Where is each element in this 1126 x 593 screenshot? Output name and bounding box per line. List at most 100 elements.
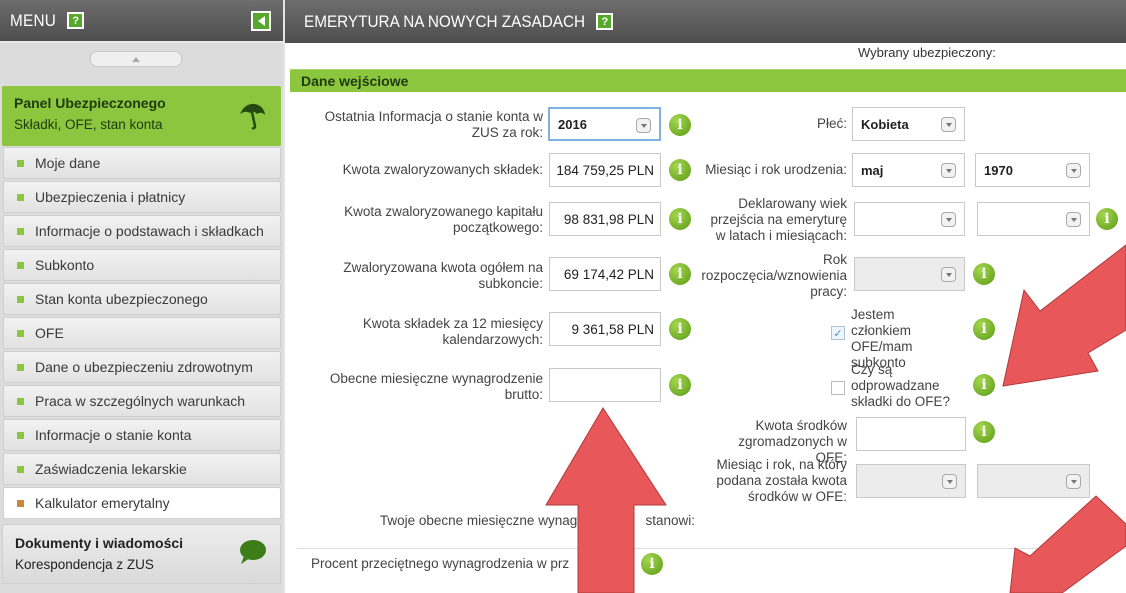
info-icon[interactable]: i (669, 208, 691, 230)
sidebar-item-label: OFE (35, 325, 64, 341)
work-start-select[interactable] (854, 257, 965, 291)
contrib-field[interactable]: 184 759,25 PLN (549, 153, 661, 187)
sidebar-item[interactable]: Informacje o stanie konta (3, 419, 281, 451)
sidebar-item[interactable]: Kalkulator emerytalny (3, 487, 281, 519)
chevron-down-icon (1066, 163, 1081, 178)
gender-label: Płeć: (816, 116, 847, 131)
contrib12-field[interactable]: 9 361,58 PLN (549, 312, 661, 346)
sidebar-item-label: Stan konta ubezpieczonego (35, 291, 208, 307)
divider (297, 548, 1126, 549)
sidebar-item[interactable]: Zaświadczenia lekarskie (3, 453, 281, 485)
panel-dokumenty[interactable]: Dokumenty i wiadomości Korespondencja z … (2, 524, 281, 584)
ofe-date-label: Miesiąc i rok, na który podana została k… (716, 457, 847, 504)
retire-age-label: Deklarowany wiek przejścia na emeryturę … (710, 196, 847, 243)
bullet-icon (17, 431, 24, 439)
info-icon[interactable]: i (973, 374, 995, 396)
salary-label: Obecne miesięczne wynagrodzenie brutto: (329, 371, 543, 402)
ofe-contrib-label: Czy są odprowadzane składki do OFE? (851, 362, 951, 409)
panel-ubezpieczonego[interactable]: Panel Ubezpieczonego Składki, OFE, stan … (2, 86, 281, 146)
info-icon[interactable]: i (669, 263, 691, 285)
subaccount-field[interactable]: 69 174,42 PLN (549, 257, 661, 291)
chevron-down-icon (941, 163, 956, 178)
capital-label: Kwota zwaloryzowanego kapitału początkow… (344, 204, 543, 235)
retire-age-years-select[interactable] (854, 202, 965, 236)
info-icon[interactable]: i (669, 114, 691, 136)
info-icon[interactable]: i (669, 318, 691, 340)
bullet-icon (17, 329, 24, 337)
ofe-date-year-select[interactable] (977, 464, 1090, 498)
chevron-left-icon (257, 16, 265, 26)
salary-input[interactable] (549, 368, 661, 402)
main-content: EMERYTURA NA NOWYCH ZASADACH ? Wybrany u… (285, 0, 1126, 593)
sidebar-item-label: Zaświadczenia lekarskie (35, 461, 187, 477)
sidebar-item[interactable]: Praca w szczególnych warunkach (3, 385, 281, 417)
panel-title: Panel Ubezpieczonego (14, 95, 166, 111)
info-icon[interactable]: i (641, 553, 663, 575)
ofe-date-month-select[interactable] (856, 464, 966, 498)
sidebar-item[interactable]: Stan konta ubezpieczonego (3, 283, 281, 315)
chevron-down-icon (1066, 212, 1081, 227)
salary-now-label: Twoje obecne miesięczne wynagr stanowi: (379, 513, 695, 528)
work-start-label: Rok rozpoczęcia/wznowienia pracy: (701, 252, 847, 299)
selected-insured-label: Wybrany ubezpieczony: (858, 45, 996, 60)
birth-year-select[interactable]: 1970 (975, 153, 1090, 187)
panel-subtitle: Korespondencja z ZUS (15, 557, 154, 572)
page-help-icon[interactable]: ? (596, 13, 614, 30)
info-icon[interactable]: i (973, 421, 995, 443)
input-form: Ostatnia Informacja o stanie konta w ZUS… (285, 92, 1126, 593)
chevron-down-icon (1066, 474, 1081, 489)
info-icon[interactable]: i (669, 374, 691, 396)
contrib-label: Kwota zwaloryzowanych składek: (342, 162, 543, 177)
sidebar-item[interactable]: Dane o ubezpieczeniu zdrowotnym (3, 351, 281, 383)
sidebar-item-label: Subkonto (35, 257, 95, 273)
sidebar-item[interactable]: Ubezpieczenia i płatnicy (3, 181, 281, 213)
chevron-down-icon (941, 212, 956, 227)
bullet-icon (17, 193, 24, 201)
sidebar: MENU ? Panel Ubezpieczonego Składki, OFE… (0, 0, 283, 593)
sidebar-item-label: Ubezpieczenia i płatnicy (35, 189, 186, 205)
sidebar-item[interactable]: Moje dane (3, 147, 281, 179)
bullet-icon (17, 363, 24, 371)
main-header: EMERYTURA NA NOWYCH ZASADACH ? (285, 0, 1126, 43)
contrib12-label: Kwota składek za 12 miesięcy kalendarzow… (362, 316, 543, 347)
menu-header: MENU ? (0, 0, 283, 43)
bullet-icon (17, 261, 24, 269)
birth-month-select[interactable]: maj (852, 153, 965, 187)
page-title: EMERYTURA NA NOWYCH ZASADACH (304, 11, 586, 31)
sidebar-item-label: Informacje o stanie konta (35, 427, 192, 443)
ofe-member-checkbox[interactable]: ✓ (831, 326, 845, 340)
last-info-label: Ostatnia Informacja o stanie konta w ZUS… (324, 109, 543, 140)
menu-help-icon[interactable]: ? (67, 12, 85, 29)
panel-title: Dokumenty i wiadomości (15, 535, 184, 551)
info-icon[interactable]: i (973, 263, 995, 285)
info-icon[interactable]: i (973, 318, 995, 340)
info-icon[interactable]: i (1096, 208, 1118, 230)
speech-bubble-icon (240, 540, 266, 564)
panel-subtitle: Składki, OFE, stan konta (14, 117, 163, 132)
sidebar-item[interactable]: OFE (3, 317, 281, 349)
sidebar-nav: Moje dane Ubezpieczenia i płatnicy Informa… (3, 147, 281, 521)
ofe-contrib-checkbox[interactable] (831, 381, 845, 395)
last-info-year-select[interactable]: 2016 (548, 107, 661, 141)
umbrella-icon (240, 103, 265, 130)
bullet-icon (17, 465, 24, 473)
collapse-sidebar-button[interactable] (251, 11, 271, 31)
percent-label: Procent przeciętnego wynagrodzenia w prz (311, 556, 570, 571)
bullet-icon (17, 397, 24, 405)
bullet-icon (17, 295, 24, 303)
sidebar-item[interactable]: Informacje o podstawach i składkach (3, 215, 281, 247)
bullet-icon (17, 499, 24, 507)
birth-month-value: maj (861, 162, 884, 178)
gender-select[interactable]: Kobieta (852, 107, 965, 141)
chevron-down-icon (636, 118, 651, 133)
scroll-up-button[interactable] (90, 51, 182, 67)
birth-label: Miesiąc i rok urodzenia: (705, 162, 847, 177)
bullet-icon (17, 227, 24, 235)
sidebar-item-label: Moje dane (35, 155, 101, 171)
capital-field[interactable]: 98 831,98 PLN (549, 202, 661, 236)
sidebar-item[interactable]: Subkonto (3, 249, 281, 281)
subaccount-label: Zwaloryzowana kwota ogółem na subkoncie: (343, 260, 543, 291)
ofe-funds-input[interactable] (856, 417, 966, 451)
section-title: Dane wejściowe (290, 69, 1126, 92)
retire-age-months-select[interactable] (977, 202, 1090, 236)
